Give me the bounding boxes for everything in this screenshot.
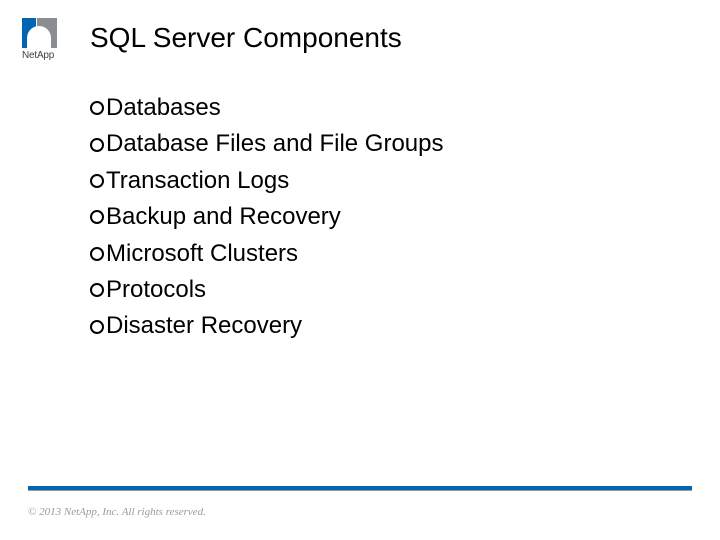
logo-text: NetApp — [22, 50, 72, 61]
logo-mark-icon — [22, 18, 58, 48]
list-item-text: Microsoft Clusters — [106, 238, 298, 270]
list-item: Protocols — [90, 274, 444, 306]
list-item: Disaster Recovery — [90, 310, 444, 342]
list-item: Backup and Recovery — [90, 201, 444, 233]
bullet-icon — [90, 247, 104, 261]
bullet-icon — [90, 320, 104, 334]
list-item-text: Databases — [106, 92, 221, 124]
slide-title: SQL Server Components — [90, 22, 402, 54]
footer-divider — [28, 486, 692, 490]
list-item-text: Disaster Recovery — [106, 310, 302, 342]
list-item: Microsoft Clusters — [90, 238, 444, 270]
bullet-list: Databases Database Files and File Groups… — [90, 92, 444, 347]
copyright-text: © 2013 NetApp, Inc. All rights reserved. — [28, 506, 206, 518]
list-item-text: Backup and Recovery — [106, 201, 341, 233]
bullet-icon — [90, 101, 104, 115]
list-item: Transaction Logs — [90, 165, 444, 197]
bullet-icon — [90, 210, 104, 224]
bullet-icon — [90, 174, 104, 188]
bullet-icon — [90, 138, 104, 152]
list-item-text: Database Files and File Groups — [106, 128, 444, 160]
bullet-icon — [90, 283, 104, 297]
list-item-text: Transaction Logs — [106, 165, 289, 197]
list-item: Databases — [90, 92, 444, 124]
list-item: Database Files and File Groups — [90, 128, 444, 160]
brand-logo: NetApp — [22, 18, 72, 61]
list-item-text: Protocols — [106, 274, 206, 306]
